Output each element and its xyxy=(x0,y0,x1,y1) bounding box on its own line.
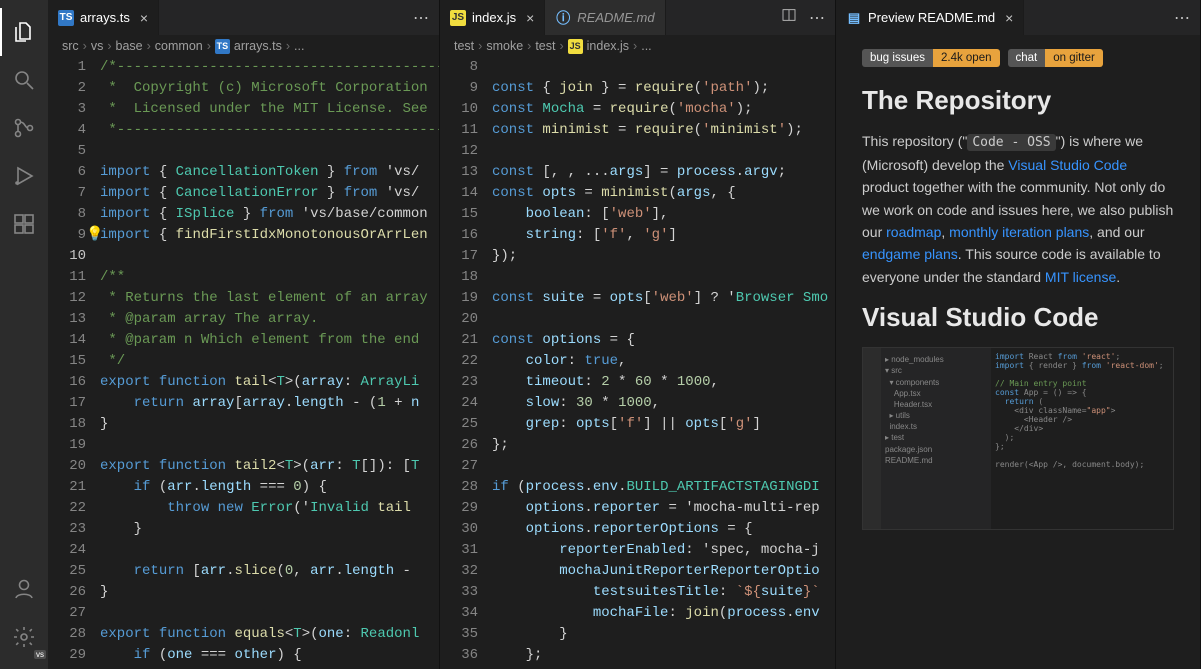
settings-badge: vs xyxy=(34,650,46,659)
link-roadmap[interactable]: roadmap xyxy=(886,224,941,240)
code-content[interactable]: /*--------------------------------------… xyxy=(100,57,439,669)
editor-group-2: JS index.js × ⓘ README.md ⋯ test›smoke›test›… xyxy=(440,0,836,669)
more-icon[interactable]: ⋯ xyxy=(1174,8,1190,28)
tab-actions: ⋯ xyxy=(1164,0,1200,35)
tab-actions: ⋯ xyxy=(403,0,439,35)
settings-icon[interactable]: vs xyxy=(0,613,48,661)
account-icon[interactable] xyxy=(0,565,48,613)
close-icon[interactable]: × xyxy=(526,10,534,26)
preview-body[interactable]: bug issues2.4k open chaton gitter The Rep… xyxy=(836,35,1200,669)
line-gutter: 8910111213141516171819202122232425262728… xyxy=(440,57,492,669)
lightbulb-icon[interactable]: 💡 xyxy=(86,225,103,246)
text: , xyxy=(941,224,949,240)
preview-icon: ▤ xyxy=(846,10,862,26)
text: . xyxy=(1116,269,1120,285)
editor-group-3: ▤ Preview README.md × ⋯ bug issues2.4k o… xyxy=(836,0,1201,669)
search-icon[interactable] xyxy=(0,56,48,104)
close-icon[interactable]: × xyxy=(1005,10,1013,26)
editor-body-1[interactable]: 1234567891011121314151617181920212223242… xyxy=(48,57,439,669)
editor-area: TS arrays.ts × ⋯ src›vs›base›common›TSar… xyxy=(48,0,1201,669)
preview-paragraph: This repository ("Code - OSS") is where … xyxy=(862,130,1174,288)
tab-label: arrays.ts xyxy=(80,10,130,25)
text: , and our xyxy=(1089,224,1144,240)
breadcrumb[interactable]: src›vs›base›common›TSarrays.ts›... xyxy=(48,35,439,57)
tabs-group-2: JS index.js × ⓘ README.md ⋯ xyxy=(440,0,835,35)
preview-heading-vscode: Visual Studio Code xyxy=(862,302,1174,333)
tab-index-js[interactable]: JS index.js × xyxy=(440,0,545,35)
more-icon[interactable]: ⋯ xyxy=(809,8,825,28)
badge[interactable]: chaton gitter xyxy=(1008,49,1103,67)
link-mit[interactable]: MIT license xyxy=(1045,269,1116,285)
preview-heading-repo: The Repository xyxy=(862,85,1174,116)
link-vscode[interactable]: Visual Studio Code xyxy=(1008,157,1127,173)
text: This repository (" xyxy=(862,133,967,149)
code-content[interactable]: const { join } = require('path');const M… xyxy=(492,57,835,669)
extensions-icon[interactable] xyxy=(0,200,48,248)
close-icon[interactable]: × xyxy=(140,10,148,26)
tab-label: README.md xyxy=(577,10,654,25)
activity-bar: vs xyxy=(0,0,48,669)
inline-code: Code - OSS xyxy=(967,134,1055,151)
line-gutter: 1234567891011121314151617181920212223242… xyxy=(48,57,100,669)
debug-icon[interactable] xyxy=(0,152,48,200)
scm-icon[interactable] xyxy=(0,104,48,152)
tab-label: Preview README.md xyxy=(868,10,995,25)
preview-screenshot: ▸ node_modules▾ src ▾ components App.tsx… xyxy=(862,347,1174,530)
tab-readme-md[interactable]: ⓘ README.md xyxy=(545,0,665,35)
badge[interactable]: bug issues2.4k open xyxy=(862,49,1000,67)
split-editor-icon[interactable] xyxy=(781,7,797,28)
info-file-icon: ⓘ xyxy=(555,10,571,26)
tab-preview-readme[interactable]: ▤ Preview README.md × xyxy=(836,0,1024,35)
tab-label: index.js xyxy=(472,10,516,25)
files-icon[interactable] xyxy=(0,8,48,56)
link-endgame[interactable]: endgame plans xyxy=(862,246,958,262)
editor-group-1: TS arrays.ts × ⋯ src›vs›base›common›TSar… xyxy=(48,0,440,669)
tab-actions: ⋯ xyxy=(771,0,835,35)
more-icon[interactable]: ⋯ xyxy=(413,8,429,28)
badges-row: bug issues2.4k open chaton gitter xyxy=(862,49,1174,67)
js-file-icon: JS xyxy=(450,10,466,26)
tabs-group-1: TS arrays.ts × ⋯ xyxy=(48,0,439,35)
editor-body-2[interactable]: 8910111213141516171819202122232425262728… xyxy=(440,57,835,669)
tab-arrays-ts[interactable]: TS arrays.ts × xyxy=(48,0,159,35)
tabs-group-3: ▤ Preview README.md × ⋯ xyxy=(836,0,1200,35)
breadcrumb[interactable]: test›smoke›test›JSindex.js›... xyxy=(440,35,835,57)
link-monthly[interactable]: monthly iteration plans xyxy=(949,224,1089,240)
ts-file-icon: TS xyxy=(58,10,74,26)
